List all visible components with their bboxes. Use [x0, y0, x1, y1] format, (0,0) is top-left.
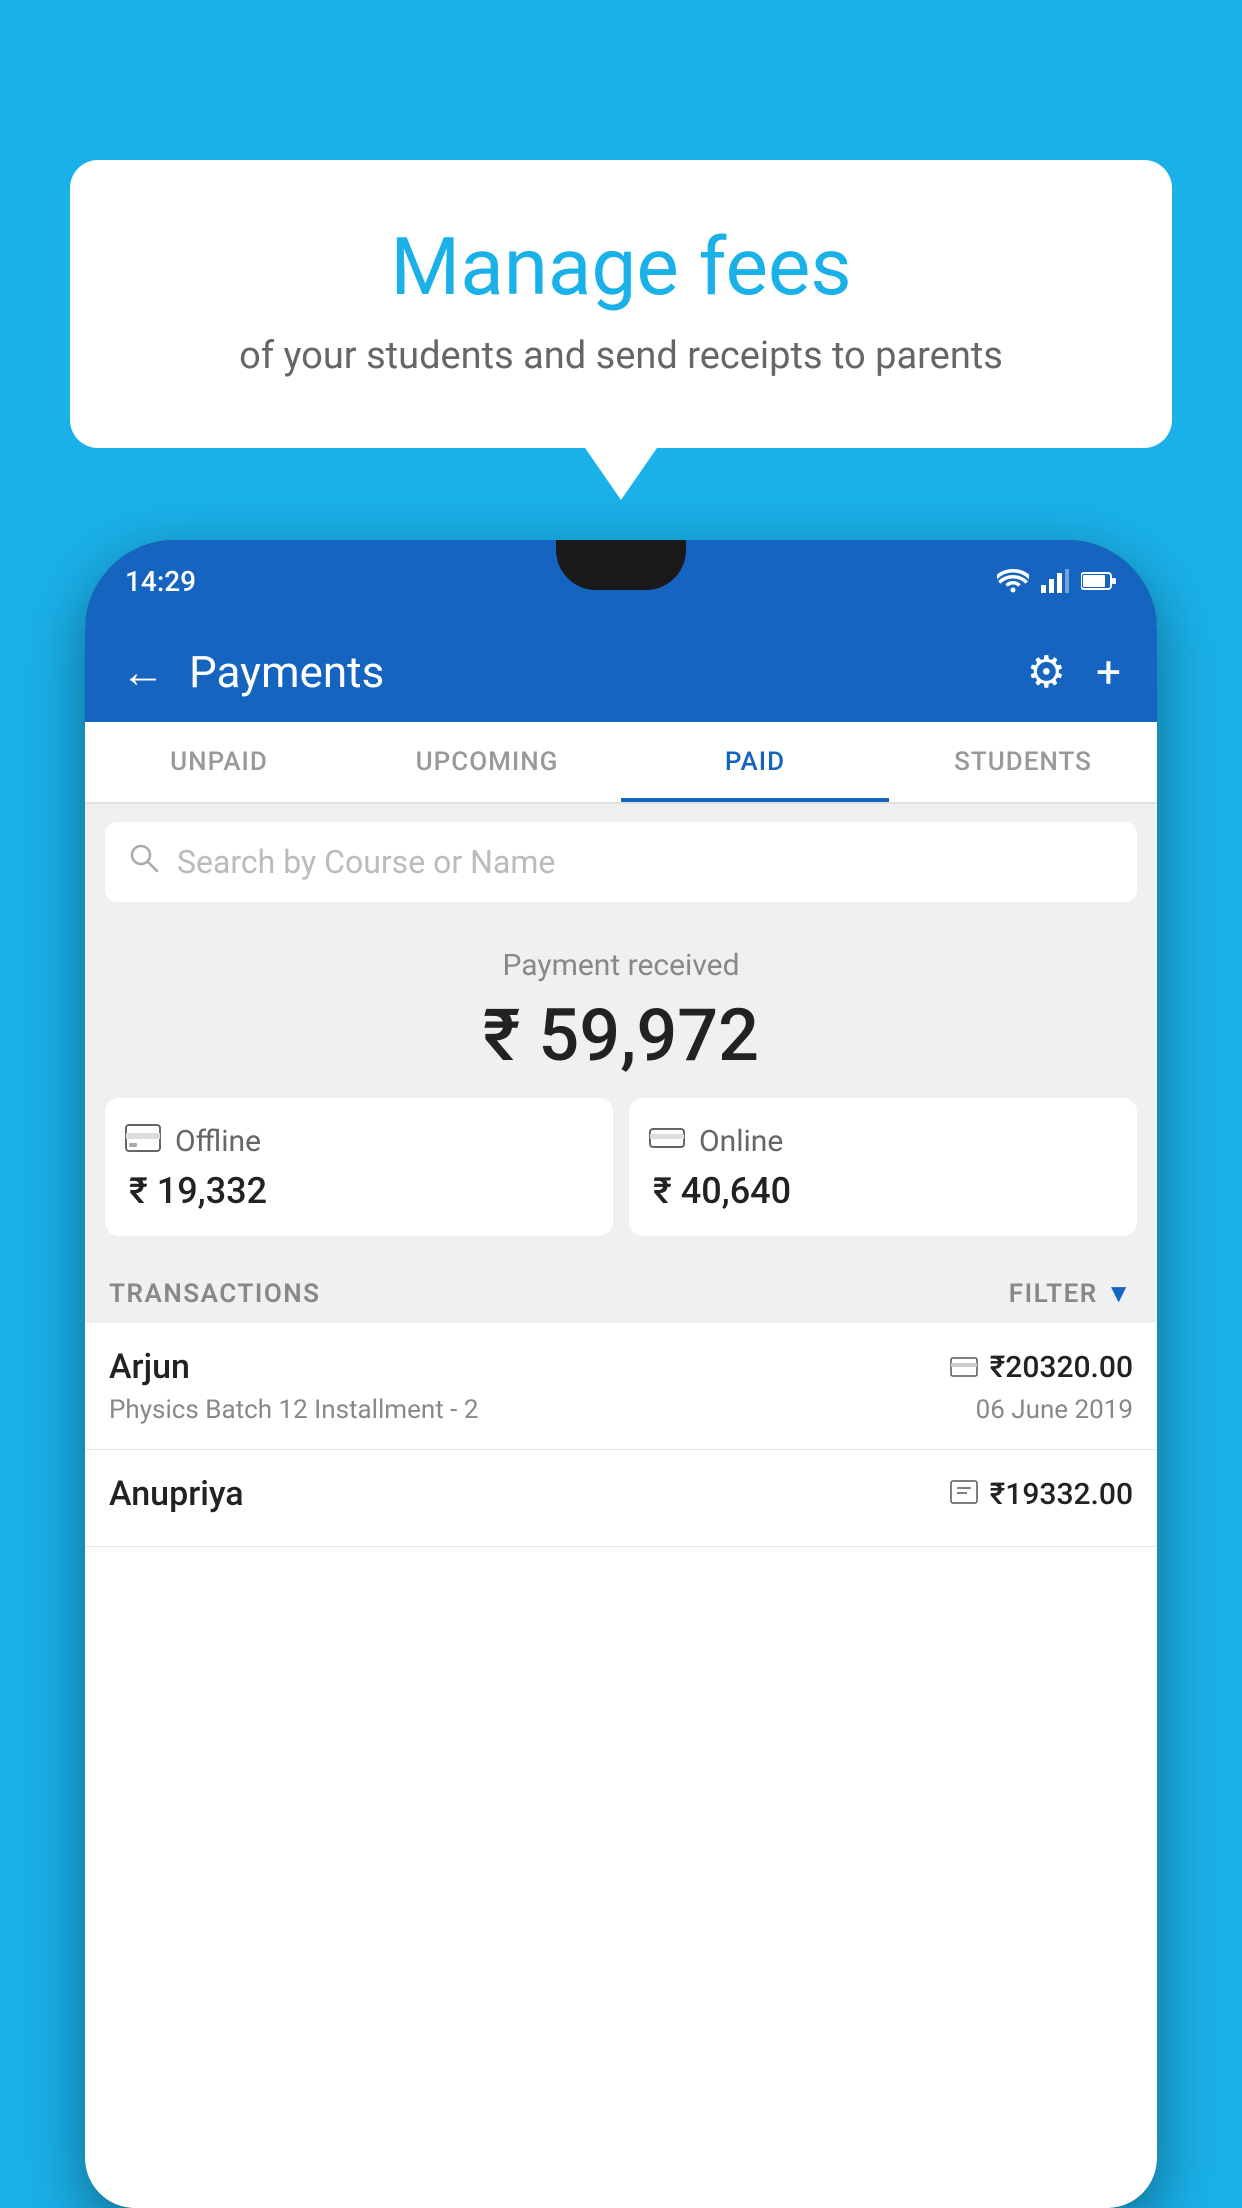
signal-icon [1041, 569, 1069, 593]
transaction-amount: ₹20320.00 [990, 1350, 1133, 1385]
offline-payment-icon [950, 1478, 978, 1511]
status-bar: 14:29 [85, 540, 1157, 622]
offline-amount: ₹ 19,332 [129, 1170, 267, 1212]
offline-card-header: Offline [125, 1122, 261, 1160]
transaction-name: Arjun [109, 1347, 190, 1387]
transaction-amount-container: ₹19332.00 [950, 1477, 1133, 1512]
transaction-row-bottom: Physics Batch 12 Installment - 2 06 June… [109, 1395, 1133, 1425]
status-time: 14:29 [125, 565, 196, 598]
filter-button[interactable]: FILTER ▼ [1009, 1278, 1133, 1309]
search-icon [129, 842, 159, 882]
transaction-row-top: Arjun ₹20320.00 [109, 1347, 1133, 1387]
transaction-item[interactable]: Arjun ₹20320.00 Physics Batch 12 Install… [85, 1323, 1157, 1450]
online-amount: ₹ 40,640 [653, 1170, 791, 1212]
online-card-header: Online [649, 1122, 783, 1160]
search-input[interactable]: Search by Course or Name [177, 843, 555, 881]
offline-icon [125, 1122, 161, 1160]
tab-paid[interactable]: PAID [621, 722, 889, 802]
top-bar: ← Payments ⚙ + [85, 622, 1157, 722]
transactions-label: TRANSACTIONS [109, 1279, 321, 1309]
transaction-name: Anupriya [109, 1474, 244, 1514]
online-label: Online [699, 1124, 783, 1159]
transaction-list: Arjun ₹20320.00 Physics Batch 12 Install… [85, 1323, 1157, 2208]
transaction-row-top: Anupriya ₹19332.00 [109, 1474, 1133, 1514]
speech-bubble: Manage fees of your students and send re… [70, 160, 1172, 448]
add-icon[interactable]: + [1096, 646, 1121, 698]
card-payment-icon [950, 1351, 978, 1384]
settings-icon[interactable]: ⚙ [1027, 646, 1066, 698]
transaction-desc: Physics Batch 12 Installment - 2 [109, 1395, 478, 1425]
page-title: Payments [189, 646, 1027, 698]
offline-label: Offline [175, 1124, 261, 1159]
wifi-icon [997, 569, 1029, 593]
tab-upcoming[interactable]: UPCOMING [353, 722, 621, 802]
online-icon [649, 1122, 685, 1160]
filter-icon: ▼ [1106, 1278, 1133, 1309]
search-bar[interactable]: Search by Course or Name [105, 822, 1137, 902]
status-icons [997, 569, 1117, 593]
back-button[interactable]: ← [121, 646, 165, 698]
payment-received-label: Payment received [105, 948, 1137, 983]
payment-received-amount: ₹ 59,972 [105, 993, 1137, 1078]
transaction-amount: ₹19332.00 [990, 1477, 1133, 1512]
top-bar-actions: ⚙ + [1027, 646, 1121, 698]
transactions-header: TRANSACTIONS FILTER ▼ [85, 1256, 1157, 1323]
offline-payment-card: Offline ₹ 19,332 [105, 1098, 613, 1236]
tab-unpaid[interactable]: UNPAID [85, 722, 353, 802]
tab-students[interactable]: STUDENTS [889, 722, 1157, 802]
transaction-item[interactable]: Anupriya ₹19332.00 [85, 1450, 1157, 1547]
bubble-title: Manage fees [120, 220, 1122, 314]
phone-frame: 14:29 [85, 540, 1157, 2208]
transaction-date: 06 June 2019 [976, 1395, 1133, 1425]
transaction-amount-container: ₹20320.00 [950, 1350, 1133, 1385]
battery-icon [1081, 571, 1117, 591]
payment-received-section: Payment received ₹ 59,972 Offline [85, 920, 1157, 1256]
online-payment-card: Online ₹ 40,640 [629, 1098, 1137, 1236]
phone-screen: ← Payments ⚙ + UNPAID UPCOMING PAID STUD… [85, 622, 1157, 2208]
payment-cards: Offline ₹ 19,332 Online [105, 1098, 1137, 1236]
bubble-subtitle: of your students and send receipts to pa… [120, 334, 1122, 378]
tabs: UNPAID UPCOMING PAID STUDENTS [85, 722, 1157, 804]
